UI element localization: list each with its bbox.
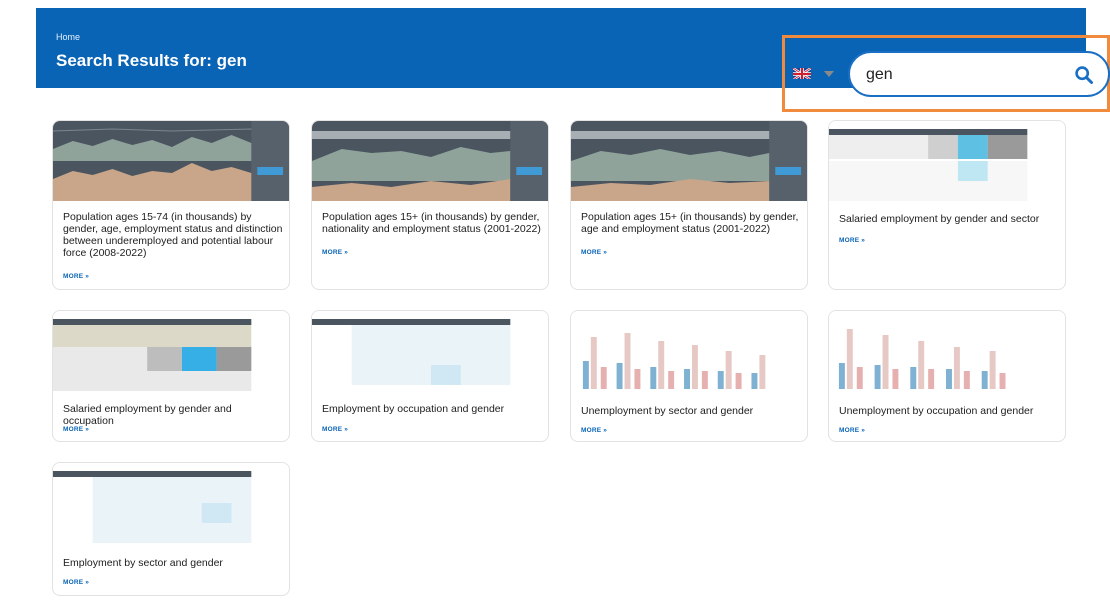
result-card[interactable]: Employment by sector and gender MORE » (52, 462, 290, 596)
result-card[interactable]: Population ages 15+ (in thousands) by ge… (570, 120, 808, 290)
search-icon[interactable] (1074, 65, 1094, 85)
more-link[interactable]: MORE » (63, 579, 89, 586)
more-link[interactable]: MORE » (839, 237, 865, 244)
card-title[interactable]: Unemployment by sector and gender (581, 405, 803, 417)
language-dropdown-chevron-icon[interactable] (824, 71, 834, 77)
card-thumbnail (53, 121, 289, 201)
more-link[interactable]: MORE » (322, 426, 348, 433)
search-input[interactable] (866, 63, 1066, 87)
more-link[interactable]: MORE » (63, 426, 89, 433)
card-thumbnail (571, 121, 807, 201)
card-title[interactable]: Employment by occupation and gender (322, 403, 544, 415)
uk-flag-icon[interactable] (793, 67, 811, 79)
card-thumbnail (312, 311, 548, 391)
more-link[interactable]: MORE » (63, 273, 89, 280)
card-thumbnail (53, 463, 289, 543)
result-card[interactable]: Salaried employment by gender and sector… (828, 120, 1066, 290)
card-thumbnail (53, 311, 289, 391)
more-link[interactable]: MORE » (581, 427, 607, 434)
result-card[interactable]: Population ages 15+ (in thousands) by ge… (311, 120, 549, 290)
card-title[interactable]: Population ages 15+ (in thousands) by ge… (581, 211, 803, 235)
more-link[interactable]: MORE » (322, 249, 348, 256)
more-link[interactable]: MORE » (581, 249, 607, 256)
result-card[interactable]: Unemployment by occupation and gender MO… (828, 310, 1066, 442)
card-thumbnail (829, 121, 1065, 201)
page-title: Search Results for: gen (56, 51, 247, 70)
breadcrumb[interactable]: Home (56, 32, 80, 42)
card-title[interactable]: Salaried employment by gender and occupa… (63, 403, 285, 427)
result-card[interactable]: Population ages 15-74 (in thousands) by … (52, 120, 290, 290)
card-thumbnail (571, 311, 807, 391)
card-title[interactable]: Salaried employment by gender and sector (839, 213, 1061, 225)
result-card[interactable]: Salaried employment by gender and occupa… (52, 310, 290, 442)
result-card[interactable]: Employment by occupation and gender MORE… (311, 310, 549, 442)
more-link[interactable]: MORE » (839, 427, 865, 434)
card-thumbnail (829, 311, 1065, 391)
result-card[interactable]: Unemployment by sector and gender MORE » (570, 310, 808, 442)
search-box[interactable] (848, 51, 1110, 97)
card-title[interactable]: Population ages 15+ (in thousands) by ge… (322, 211, 544, 235)
card-title[interactable]: Employment by sector and gender (63, 557, 285, 569)
card-title[interactable]: Unemployment by occupation and gender (839, 405, 1061, 417)
card-title[interactable]: Population ages 15-74 (in thousands) by … (63, 211, 285, 259)
card-thumbnail (312, 121, 548, 201)
